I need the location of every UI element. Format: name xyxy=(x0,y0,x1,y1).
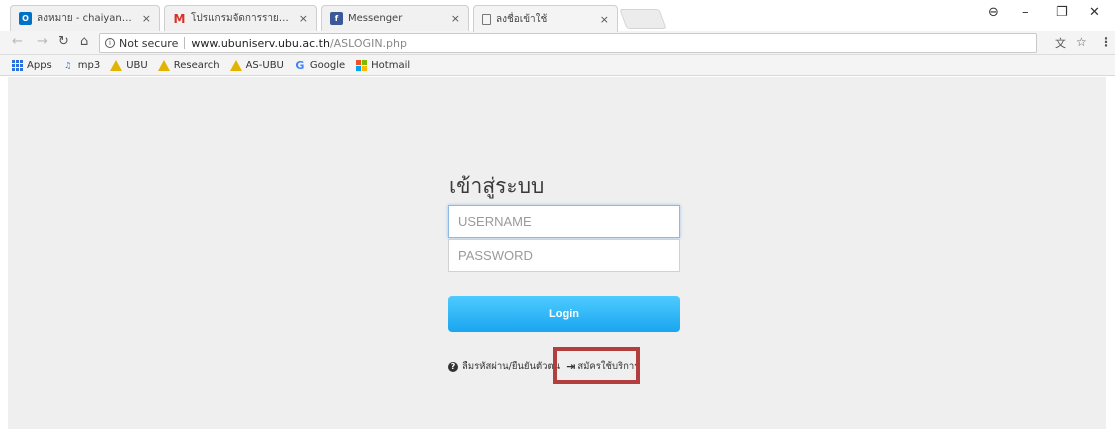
forgot-password-link[interactable]: ลืมรหัสผ่าน/ยืนยันตัวตน xyxy=(462,359,560,374)
close-icon[interactable]: × xyxy=(451,12,460,25)
ubu-logo-icon xyxy=(110,59,123,71)
close-icon[interactable]: × xyxy=(600,13,609,26)
ubu-logo-icon xyxy=(229,59,242,71)
bookmark-research[interactable]: Research xyxy=(157,59,220,71)
tab-label: ลงชื่อเข้าใช้ xyxy=(496,13,548,25)
tab-strip: O ลงหมาย - chaiyang_1@ho × M โปรแกรมจัดก… xyxy=(0,0,1115,32)
home-icon[interactable]: ⌂ xyxy=(80,34,88,49)
url-host: www.ubuniserv.ubu.ac.th xyxy=(191,36,330,50)
close-icon[interactable]: × xyxy=(299,12,308,25)
url-path: /ASLOGIN.php xyxy=(329,36,407,50)
page-title: เข้าสู่ระบบ xyxy=(449,174,545,198)
bookmark-label: Hotmail xyxy=(371,59,411,71)
gmail-icon: M xyxy=(173,11,186,26)
tab-label: ลงหมาย - chaiyang_1@ho xyxy=(37,13,136,24)
tab-login[interactable]: ลงชื่อเข้าใช้ × xyxy=(473,5,618,32)
close-icon[interactable]: × xyxy=(142,12,151,25)
star-icon[interactable]: ☆ xyxy=(1076,35,1087,49)
ubu-logo-icon xyxy=(157,59,170,71)
reload-icon[interactable]: ↻ xyxy=(58,34,69,49)
bookmark-hotmail[interactable]: Hotmail xyxy=(355,59,410,71)
login-links: ? ลืมรหัสผ่าน/ยืนยันตัวตน ⇥ สมัครใช้บริก… xyxy=(448,359,639,374)
back-icon[interactable]: ← xyxy=(12,34,23,49)
security-label: Not secure xyxy=(119,36,179,50)
google-icon: G xyxy=(295,58,305,72)
bookmark-mp3[interactable]: ♫ mp3 xyxy=(62,59,100,71)
bookmark-label: UBU xyxy=(126,59,148,71)
bookmark-google[interactable]: G Google xyxy=(294,58,346,72)
page-icon xyxy=(482,13,491,25)
password-input[interactable] xyxy=(448,239,680,272)
forward-icon[interactable]: → xyxy=(37,34,48,49)
microsoft-icon xyxy=(355,59,367,71)
bookmark-label: Apps xyxy=(27,59,52,71)
translate-icon[interactable]: 文 xyxy=(1055,35,1066,51)
music-icon: ♫ xyxy=(64,60,72,70)
facebook-icon: f xyxy=(330,12,343,25)
address-bar[interactable]: i Not secure www.ubuniserv.ubu.ac.th/ASL… xyxy=(99,33,1037,53)
bookmark-apps[interactable]: Apps xyxy=(11,59,52,71)
bookmark-as-ubu[interactable]: AS-UBU xyxy=(229,59,284,71)
bookmark-label: AS-UBU xyxy=(245,59,284,71)
divider xyxy=(184,37,186,49)
tab-label: โปรแกรมจัดการรายชื่อติดต่อ xyxy=(191,13,293,24)
login-button[interactable]: Login xyxy=(448,296,680,332)
register-link[interactable]: สมัครใช้บริการ xyxy=(577,359,639,374)
menu-icon[interactable]: ⋮ xyxy=(1100,35,1112,49)
username-input[interactable] xyxy=(448,205,680,238)
bookmark-ubu[interactable]: UBU xyxy=(110,59,148,71)
info-icon[interactable]: i xyxy=(105,38,115,48)
restore-icon[interactable]: ❐ xyxy=(1056,5,1068,20)
new-tab-button[interactable] xyxy=(619,9,667,29)
apps-icon xyxy=(11,59,23,71)
profile-icon[interactable]: ⊖ xyxy=(988,5,999,20)
window-close-icon[interactable]: ✕ xyxy=(1089,5,1100,20)
outlook-icon: O xyxy=(19,12,32,25)
question-icon: ? xyxy=(448,361,458,372)
bookmark-label: mp3 xyxy=(77,59,101,71)
bookmark-label: Google xyxy=(309,59,346,71)
browser-toolbar: ← → ↻ ⌂ i Not secure www.ubuniserv.ubu.a… xyxy=(0,31,1115,55)
tab-outlook[interactable]: O ลงหมาย - chaiyang_1@ho × xyxy=(10,5,160,31)
tab-contacts[interactable]: M โปรแกรมจัดการรายชื่อติดต่อ × xyxy=(164,5,317,31)
sign-in-icon: ⇥ xyxy=(566,360,576,373)
tab-messenger[interactable]: f Messenger × xyxy=(321,5,469,31)
page-content: เข้าสู่ระบบ Login ? ลืมรหัสผ่าน/ยืนยันตั… xyxy=(8,77,1106,429)
minimize-icon[interactable]: – xyxy=(1022,5,1029,20)
bookmarks-bar: Apps ♫ mp3 UBU Research AS-UBU G Google … xyxy=(0,55,1115,76)
tab-label: Messenger xyxy=(348,13,403,24)
bookmark-label: Research xyxy=(173,59,220,71)
